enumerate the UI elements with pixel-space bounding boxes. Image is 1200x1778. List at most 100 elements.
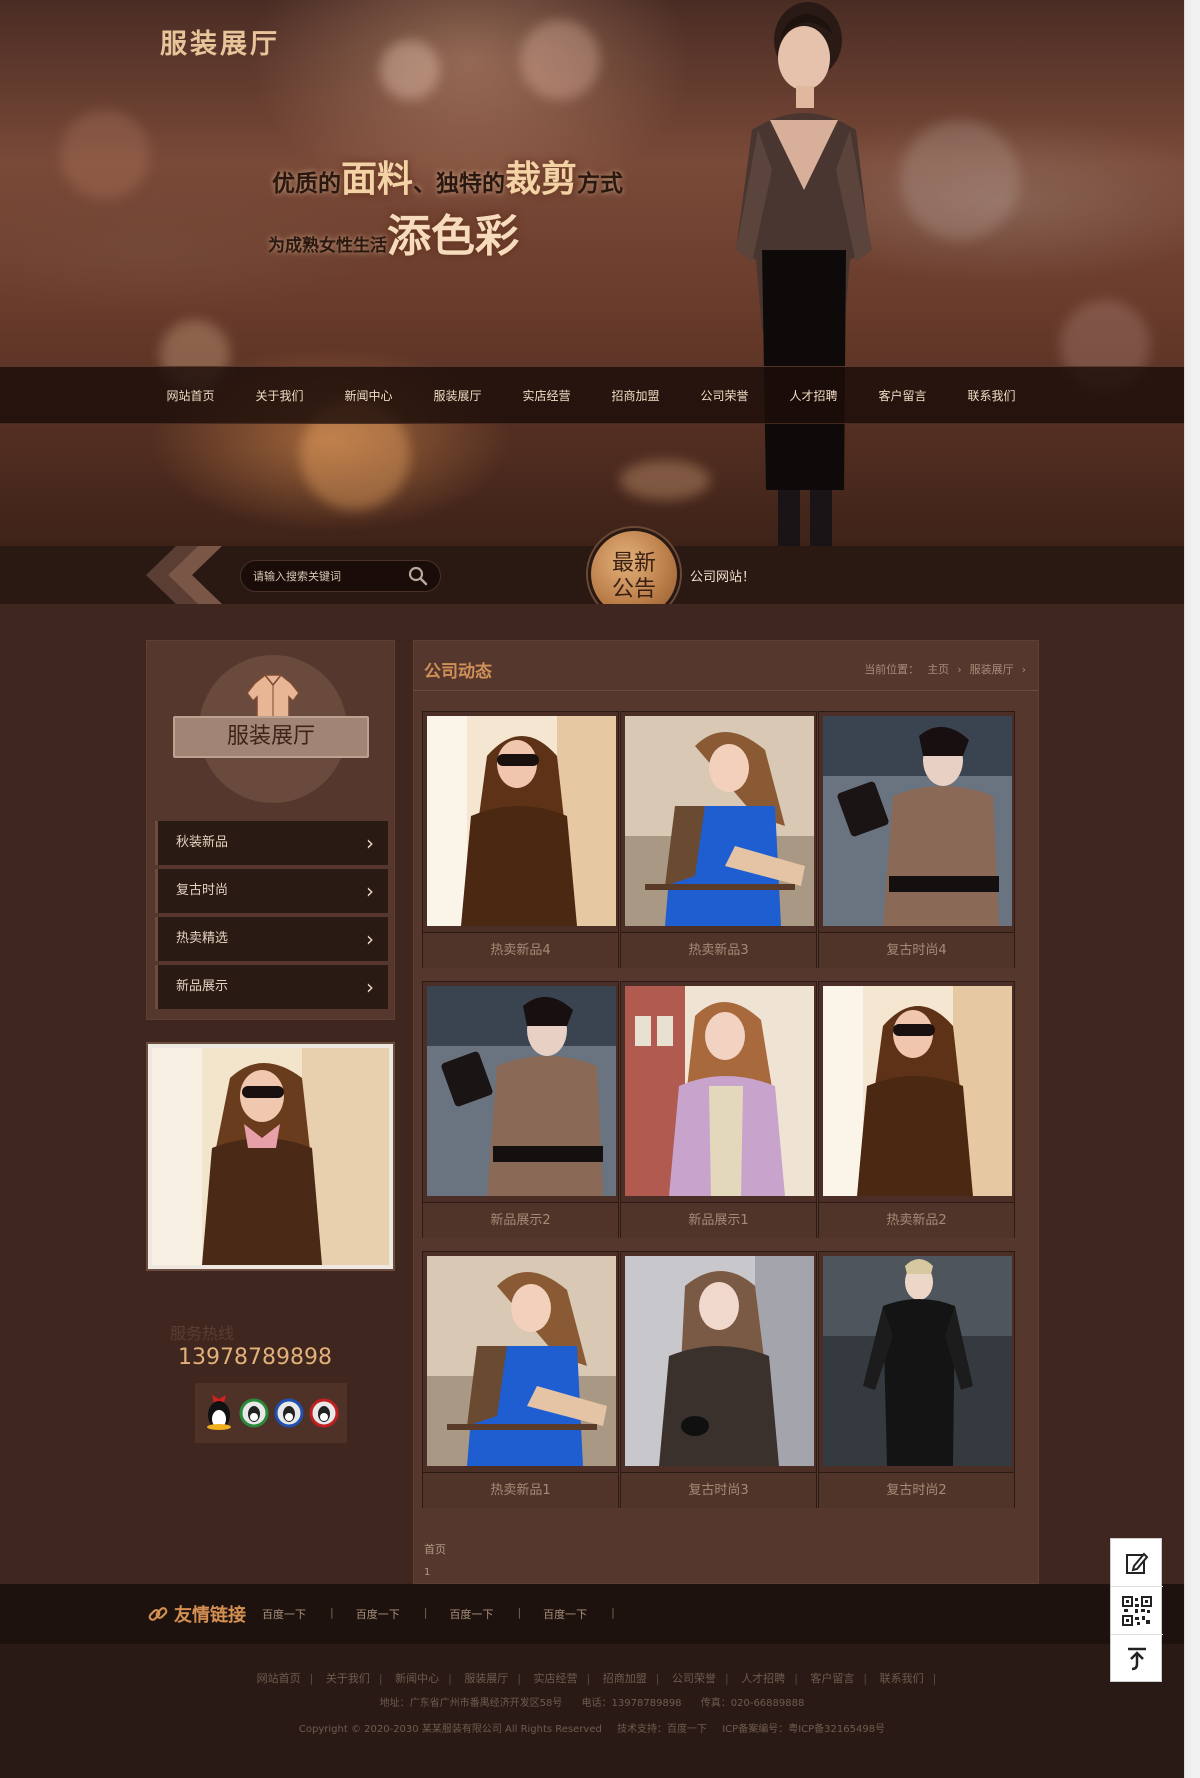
product-caption[interactable]: 新品展示1 [621, 1202, 816, 1238]
nav-item-stores[interactable]: 实店经营 [502, 367, 591, 425]
nav-item-showroom[interactable]: 服装展厅 [413, 367, 502, 425]
footer-address: 地址：广东省广州市番禺经济开发区58号 [379, 1698, 563, 1709]
nav-item-contact[interactable]: 联系我们 [947, 367, 1036, 425]
nav-item-honors[interactable]: 公司荣誉 [680, 367, 769, 425]
product-card[interactable]: 新品展示1 [620, 981, 817, 1238]
friend-links-title: 友情链接 [174, 1605, 246, 1626]
site-title: 服装展厅 [160, 29, 280, 60]
pager-first-link[interactable]: 首页 [424, 1541, 446, 1557]
hero-banner: 服装展厅 优质的面料、独特的裁剪方式 为成熟女性生活添色彩 [0, 0, 1184, 546]
product-caption[interactable]: 热卖新品4 [423, 932, 618, 968]
sidebar-item-retro[interactable]: 复古时尚 › [155, 869, 388, 913]
sidebar-item-autumn[interactable]: 秋装新品 › [155, 821, 388, 865]
product-image[interactable] [625, 1256, 814, 1466]
product-image[interactable] [823, 1256, 1012, 1466]
nav-item-franchise[interactable]: 招商加盟 [591, 367, 680, 425]
sidebar-item-label: 新品展示 [176, 979, 229, 994]
product-image[interactable] [427, 986, 616, 1196]
qq-icon[interactable] [239, 1398, 269, 1428]
product-caption[interactable]: 新品展示2 [423, 1202, 618, 1238]
back-to-top-button[interactable] [1111, 1635, 1163, 1683]
sidebar-item-new[interactable]: 新品展示 › [155, 965, 388, 1009]
sidebar-category-box: 服装展厅 秋装新品 › 复古时尚 › 热卖精选 › 新品展示 › [146, 640, 395, 1020]
product-image[interactable] [625, 716, 814, 926]
tech-support-text[interactable]: 技术支持：百度一下 [617, 1724, 707, 1735]
product-card[interactable]: 复古时尚3 [620, 1251, 817, 1508]
search-box [240, 560, 441, 592]
nav-item-about[interactable]: 关于我们 [235, 367, 324, 425]
qq-icon[interactable] [274, 1398, 304, 1428]
floating-toolbar [1110, 1538, 1163, 1683]
breadcrumb: 当前位置： 主页 › 服装展厅 › [864, 663, 1026, 676]
banner-slogan-line2: 为成熟女性生活添色彩 [268, 211, 519, 262]
sidebar-menu: 秋装新品 › 复古时尚 › 热卖精选 › 新品展示 › [155, 821, 388, 1013]
qrcode-button[interactable] [1111, 1587, 1163, 1635]
footer-nav: 网站首页 | 关于我们 | 新闻中心 | 服装展厅 | 实店经营 | 招商加盟 | 公司荣誉… [256, 1672, 937, 1685]
chevron-right-icon: › [366, 831, 374, 855]
product-caption[interactable]: 热卖新品3 [621, 932, 816, 968]
copyright-text: Copyright © 2020-2030 某某服装有限公司 All Right… [298, 1724, 602, 1735]
product-card[interactable]: 热卖新品4 [422, 711, 619, 968]
breadcrumb-current[interactable]: 服装展厅 [970, 663, 1014, 676]
product-card[interactable]: 热卖新品3 [620, 711, 817, 968]
product-card[interactable]: 新品展示2 [422, 981, 619, 1238]
qrcode-icon [1122, 1595, 1152, 1626]
nav-item-news[interactable]: 新闻中心 [324, 367, 413, 425]
footer-link[interactable]: 人才招聘 [741, 1672, 785, 1685]
product-image[interactable] [427, 716, 616, 926]
search-button[interactable] [406, 565, 430, 587]
footer-link[interactable]: 招商加盟 [603, 1672, 647, 1685]
product-image[interactable] [427, 1256, 616, 1466]
notice-text[interactable]: 公司网站！ [690, 566, 755, 585]
feedback-button[interactable] [1111, 1539, 1163, 1587]
product-image[interactable] [823, 716, 1012, 926]
footer-copyright: Copyright © 2020-2030 某某服装有限公司 All Right… [0, 1720, 1184, 1735]
sidebar-item-hot[interactable]: 热卖精选 › [155, 917, 388, 961]
chevron-right-icon: › [366, 879, 374, 903]
search-input[interactable] [253, 561, 403, 591]
content-header: 公司动态 当前位置： 主页 › 服装展厅 › [414, 641, 1038, 691]
chevron-right-icon: › [366, 975, 374, 999]
qq-icon[interactable] [204, 1393, 234, 1433]
product-caption[interactable]: 热卖新品1 [423, 1472, 618, 1508]
icp-text: ICP备案编号：粤ICP备32165498号 [722, 1724, 886, 1735]
footer-link[interactable]: 联系我们 [880, 1672, 924, 1685]
nav-item-careers[interactable]: 人才招聘 [769, 367, 858, 425]
sidebar-feature-photo[interactable] [146, 1042, 395, 1271]
footer-link[interactable]: 客户留言 [810, 1672, 854, 1685]
footer-link[interactable]: 网站首页 [257, 1672, 301, 1685]
pager-page-number[interactable]: 1 [424, 1567, 430, 1578]
footer-link[interactable]: 新闻中心 [395, 1672, 439, 1685]
qq-icon[interactable] [309, 1398, 339, 1428]
product-card[interactable]: 热卖新品1 [422, 1251, 619, 1508]
friend-link[interactable]: 百度一下 [449, 1606, 493, 1622]
product-caption[interactable]: 复古时尚4 [819, 932, 1014, 968]
product-image[interactable] [625, 986, 814, 1196]
product-card[interactable]: 复古时尚4 [818, 711, 1015, 968]
product-caption[interactable]: 热卖新品2 [819, 1202, 1014, 1238]
footer-link[interactable]: 关于我们 [326, 1672, 370, 1685]
friend-links-list: 百度一下 | 百度一下 | 百度一下 | 百度一下 | [262, 1606, 615, 1622]
friend-link[interactable]: 百度一下 [543, 1606, 587, 1622]
nav-item-home[interactable]: 网站首页 [146, 367, 235, 425]
product-caption[interactable]: 复古时尚3 [621, 1472, 816, 1508]
footer-link[interactable]: 服装展厅 [464, 1672, 508, 1685]
friend-link[interactable]: 百度一下 [262, 1606, 306, 1622]
main-nav: 网站首页 关于我们 新闻中心 服装展厅 实店经营 招商加盟 公司荣誉 人才招聘 … [0, 366, 1184, 424]
content-title: 公司动态 [424, 662, 492, 682]
chevron-right-icon: › [1021, 663, 1026, 676]
content-panel: 公司动态 当前位置： 主页 › 服装展厅 › 热卖新品4 热卖新品3 复古时尚4… [413, 640, 1039, 1584]
sidebar-title: 服装展厅 [173, 716, 369, 758]
product-card[interactable]: 复古时尚2 [818, 1251, 1015, 1508]
footer-link[interactable]: 实店经营 [534, 1672, 578, 1685]
banner-slogan-line1: 优质的面料、独特的裁剪方式 [272, 159, 624, 200]
breadcrumb-home[interactable]: 主页 [927, 663, 949, 676]
window-scrollbar[interactable] [1184, 0, 1200, 1778]
footer: 网站首页 | 关于我们 | 新闻中心 | 服装展厅 | 实店经营 | 招商加盟 | 公司荣誉… [0, 1644, 1184, 1778]
friend-link[interactable]: 百度一下 [356, 1606, 400, 1622]
nav-item-guestbook[interactable]: 客户留言 [858, 367, 947, 425]
product-caption[interactable]: 复古时尚2 [819, 1472, 1014, 1508]
product-image[interactable] [823, 986, 1012, 1196]
product-card[interactable]: 热卖新品2 [818, 981, 1015, 1238]
footer-link[interactable]: 公司荣誉 [672, 1672, 716, 1685]
